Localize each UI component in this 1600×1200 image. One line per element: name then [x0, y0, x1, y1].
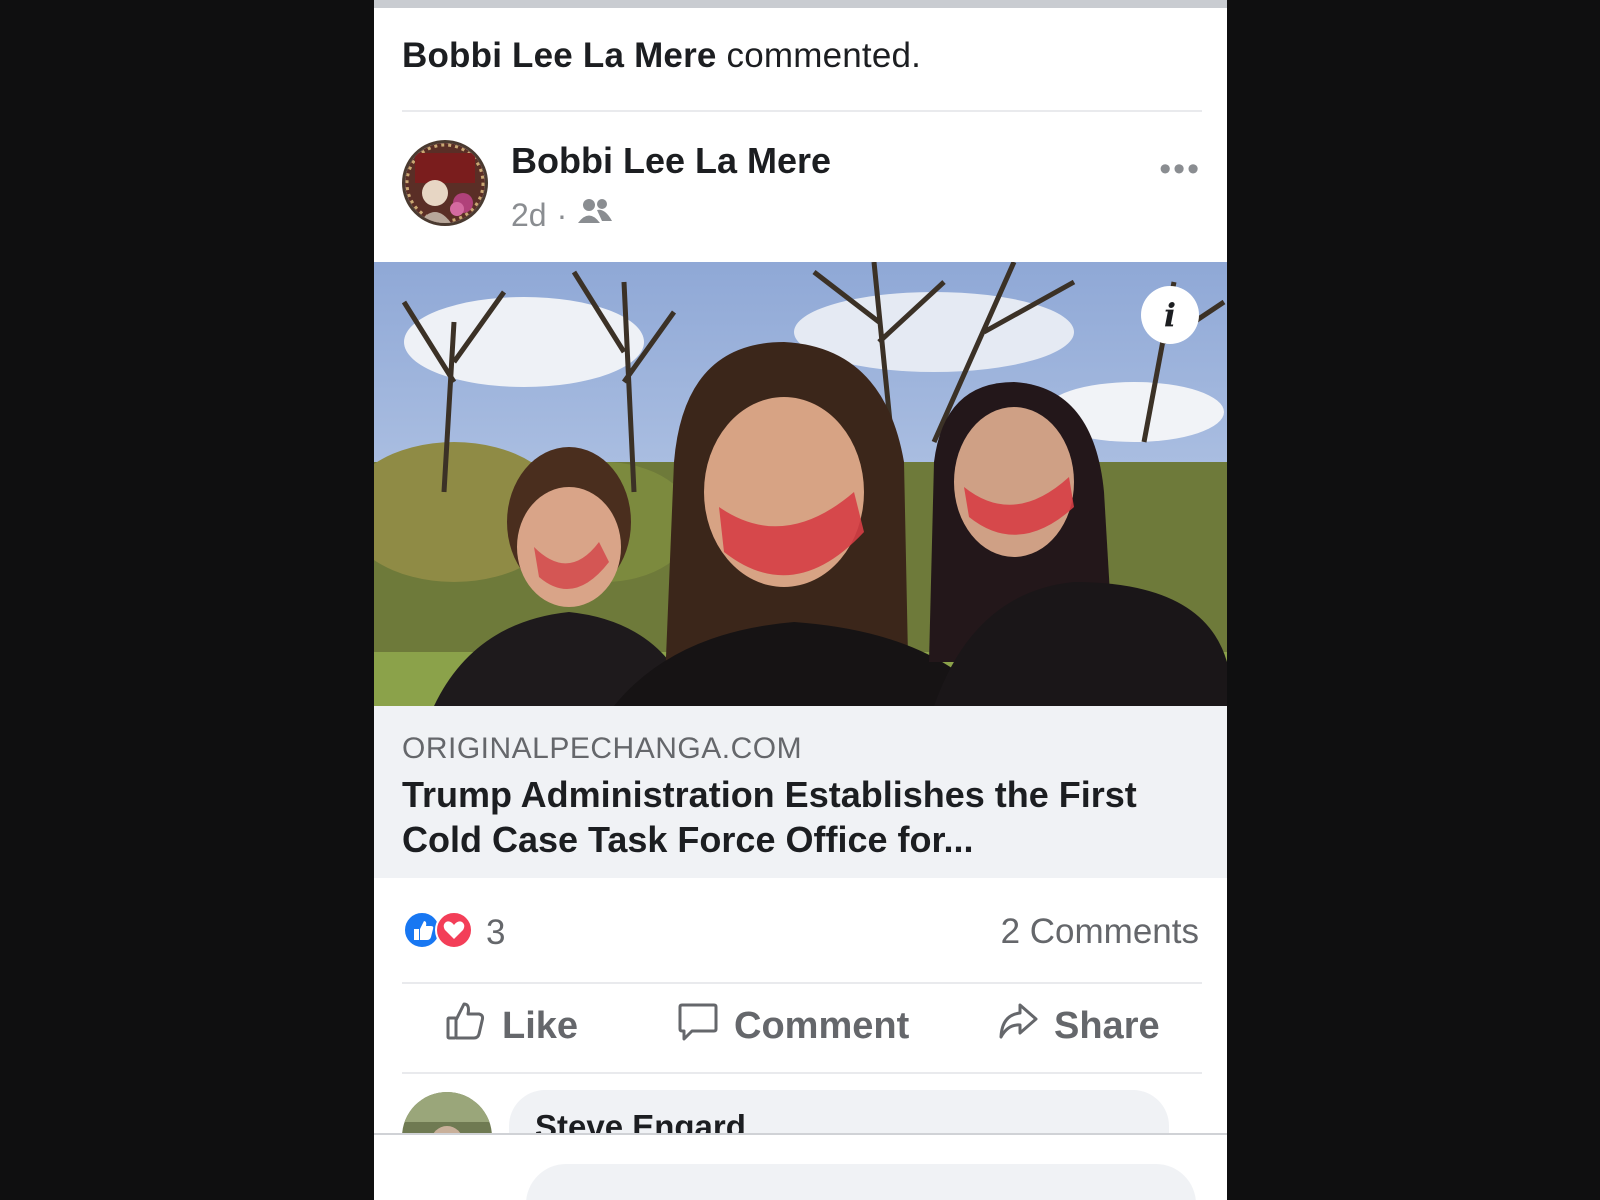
action-bar: Like Comment Share: [374, 990, 1227, 1062]
share-label: Share: [1054, 1004, 1160, 1047]
friends-icon: [577, 196, 613, 234]
reaction-count: 3: [486, 912, 506, 952]
author-avatar[interactable]: [402, 140, 488, 226]
divider: [402, 982, 1202, 984]
link-title[interactable]: Trump Administration Establishes the Fir…: [402, 772, 1202, 862]
phone-screen: Bobbi Lee La Mere commented. Bobbi Lee L…: [374, 0, 1227, 1200]
write-comment-input[interactable]: [526, 1164, 1196, 1200]
like-button[interactable]: Like: [444, 990, 578, 1062]
divider: [374, 1133, 1227, 1135]
post-meta: 2d ·: [511, 196, 613, 234]
comments-count[interactable]: 2 Comments: [1001, 912, 1199, 952]
link-domain: ORIGINALPECHANGA.COM: [402, 732, 803, 765]
post-image[interactable]: i: [374, 262, 1227, 706]
post-time[interactable]: 2d: [511, 197, 547, 234]
share-button[interactable]: Share: [996, 990, 1160, 1062]
like-label: Like: [502, 1004, 579, 1047]
share-icon: [996, 999, 1040, 1053]
thumbs-up-icon: [444, 999, 488, 1053]
meta-separator: ·: [556, 196, 568, 233]
love-reaction-icon: [434, 910, 474, 955]
comment-label: Comment: [734, 1004, 910, 1047]
comment-button[interactable]: Comment: [676, 990, 909, 1062]
more-options-icon[interactable]: •••: [1159, 150, 1201, 189]
top-bar: [374, 0, 1227, 8]
post-author-name[interactable]: Bobbi Lee La Mere: [511, 140, 831, 182]
comment-icon: [676, 999, 720, 1053]
info-icon[interactable]: i: [1141, 286, 1199, 344]
notification-action: commented.: [726, 36, 922, 75]
divider: [402, 110, 1202, 112]
divider: [402, 1072, 1202, 1074]
notification-header: Bobbi Lee La Mere commented.: [402, 36, 921, 76]
link-preview[interactable]: ORIGINALPECHANGA.COM Trump Administratio…: [374, 706, 1227, 878]
reactions-summary[interactable]: 3: [402, 910, 505, 955]
notification-actor[interactable]: Bobbi Lee La Mere: [402, 36, 717, 75]
